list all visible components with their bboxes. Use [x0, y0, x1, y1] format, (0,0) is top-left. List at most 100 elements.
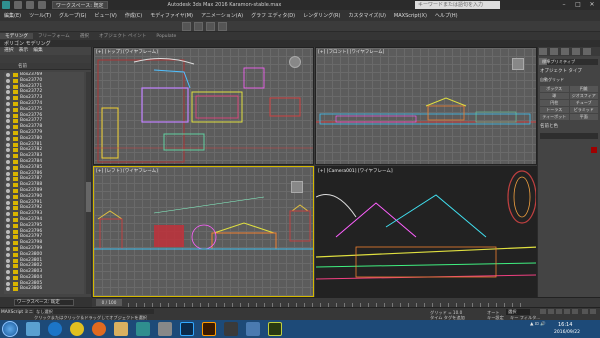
workspace-dropdown[interactable]: ワークスペース: 既定 [52, 1, 108, 9]
menu-group[interactable]: グループ(G) [55, 12, 90, 19]
tube-button[interactable]: チューブ [569, 100, 598, 106]
viewport-left[interactable]: [+] [レフト] [ワイヤフレーム] [93, 166, 314, 297]
tab-selection[interactable]: 選択 [75, 33, 94, 39]
visibility-icon[interactable] [6, 73, 10, 77]
visibility-icon[interactable] [6, 194, 10, 199]
autogrid-checkbox[interactable]: 自動グリッド [540, 77, 598, 83]
explorer-menu-edit[interactable]: 編集 [33, 47, 43, 55]
minimize-button[interactable]: – [557, 0, 571, 9]
next-frame-icon[interactable] [564, 309, 570, 314]
viewport-left-label[interactable]: [+] [レフト] [ワイヤフレーム] [96, 168, 158, 174]
visibility-icon[interactable] [6, 212, 10, 217]
visibility-icon[interactable] [6, 113, 10, 118]
visibility-icon[interactable] [6, 130, 10, 135]
visibility-icon[interactable] [6, 235, 10, 240]
visibility-icon[interactable] [6, 148, 10, 153]
move-icon[interactable] [194, 22, 203, 31]
visibility-icon[interactable] [6, 96, 10, 101]
explorer-list[interactable]: Box23769 Box23770 Box23771 Box23772 Box23773… [4, 72, 84, 294]
box-button[interactable]: ボックス [540, 86, 569, 92]
name-color-rollout[interactable]: 名前と色 [540, 123, 598, 129]
new-file-icon[interactable] [14, 1, 22, 9]
start-button[interactable] [2, 321, 18, 337]
time-slider[interactable]: 0 / 100 [96, 299, 122, 306]
object-type-rollout[interactable]: オブジェクト タイプ [540, 68, 598, 74]
pyramid-button[interactable]: ピラミッド [569, 107, 598, 113]
photoshop-icon[interactable] [180, 322, 194, 336]
workspace-selector[interactable]: ワークスペース: 既定 [14, 299, 74, 306]
app2-icon[interactable] [224, 322, 238, 336]
explorer-menu-select[interactable]: 選択 [4, 47, 14, 55]
select-object-icon[interactable] [182, 22, 191, 31]
viewport-top-label[interactable]: [+] [トップ] [ワイヤフレーム] [96, 49, 158, 55]
menu-create[interactable]: 作成(C) [121, 12, 146, 19]
visibility-icon[interactable] [6, 287, 10, 292]
viewport-camera[interactable]: [+] [Camera001] [ワイヤフレーム] [315, 166, 537, 297]
visibility-icon[interactable] [6, 101, 10, 106]
menu-customize[interactable]: カスタマイズ(U) [344, 12, 389, 19]
internet-explorer-icon[interactable] [48, 322, 62, 336]
visibility-icon[interactable] [6, 159, 10, 164]
maximize-button[interactable]: □ [571, 0, 585, 9]
tab-freeform[interactable]: フリーフォーム [33, 33, 75, 39]
go-to-end-icon[interactable] [572, 309, 578, 314]
visibility-icon[interactable] [6, 183, 10, 188]
viewport-top[interactable]: [+] [トップ] [ワイヤフレーム] [93, 47, 314, 165]
visibility-icon[interactable] [6, 154, 10, 159]
visibility-icon[interactable] [6, 281, 10, 286]
visibility-icon[interactable] [6, 142, 10, 147]
viewport-camera-label[interactable]: [+] [Camera001] [ワイヤフレーム] [318, 168, 393, 174]
menu-animation[interactable]: アニメーション(A) [197, 12, 247, 19]
clock-time[interactable]: 16:14 [558, 322, 572, 328]
visibility-icon[interactable] [6, 206, 10, 211]
visibility-icon[interactable] [6, 119, 10, 124]
visibility-icon[interactable] [6, 78, 10, 83]
plane-button[interactable]: 平面 [569, 114, 598, 120]
menu-modifiers[interactable]: モディファイヤ(M) [146, 12, 197, 19]
viewport-front[interactable]: [+] [フロント] [ワイヤフレーム] [315, 47, 537, 165]
tab-populate[interactable]: Populate [151, 34, 181, 39]
teapot-button[interactable]: ティーポット [540, 114, 569, 120]
visibility-icon[interactable] [6, 246, 10, 251]
visibility-icon[interactable] [6, 241, 10, 246]
search-input[interactable]: キーワードまたは語句を入力 [415, 1, 500, 9]
menu-maxscript[interactable]: MAXScript(X) [390, 13, 431, 19]
torus-button[interactable]: トーラス [540, 107, 569, 113]
visibility-icon[interactable] [6, 200, 10, 205]
scale-icon[interactable] [218, 22, 227, 31]
visibility-icon[interactable] [6, 136, 10, 141]
save-file-icon[interactable] [38, 1, 46, 9]
app-logo-icon[interactable] [2, 1, 10, 9]
menu-views[interactable]: ビュー(V) [91, 12, 121, 19]
firefox-icon[interactable] [92, 322, 106, 336]
go-to-start-icon[interactable] [540, 309, 546, 314]
menu-rendering[interactable]: レンダリング(R) [299, 12, 344, 19]
visibility-icon[interactable] [6, 264, 10, 269]
object-name-field[interactable] [540, 133, 598, 139]
clock-date[interactable]: 2016/09/22 [554, 330, 580, 335]
play-icon[interactable] [556, 309, 562, 314]
explorer-app-icon[interactable] [26, 322, 40, 336]
3dsmax-taskbar-icon[interactable] [136, 322, 150, 336]
visibility-icon[interactable] [6, 84, 10, 89]
visibility-icon[interactable] [6, 177, 10, 182]
visibility-icon[interactable] [6, 252, 10, 257]
list-item[interactable]: Box23806 [4, 286, 84, 292]
rotate-icon[interactable] [206, 22, 215, 31]
visibility-icon[interactable] [6, 275, 10, 280]
explorer-menu-display[interactable]: 表示 [19, 47, 29, 55]
modify-tab-icon[interactable] [549, 48, 558, 55]
menu-graph-editors[interactable]: グラフ エディタ(D) [247, 12, 299, 19]
viewport-front-label[interactable]: [+] [フロント] [ワイヤフレーム] [318, 49, 384, 55]
illustrator-icon[interactable] [202, 322, 216, 336]
visibility-icon[interactable] [6, 270, 10, 275]
muse-icon[interactable] [268, 322, 282, 336]
visibility-icon[interactable] [6, 229, 10, 234]
geosphere-button[interactable]: ジオスフィア [569, 93, 598, 99]
zoom-icon[interactable] [582, 309, 588, 314]
sphere-button[interactable]: 球 [540, 93, 569, 99]
tab-object-paint[interactable]: オブジェクト ペイント [94, 33, 151, 39]
visibility-icon[interactable] [6, 188, 10, 193]
motion-tab-icon[interactable] [571, 48, 580, 55]
visibility-icon[interactable] [6, 107, 10, 112]
